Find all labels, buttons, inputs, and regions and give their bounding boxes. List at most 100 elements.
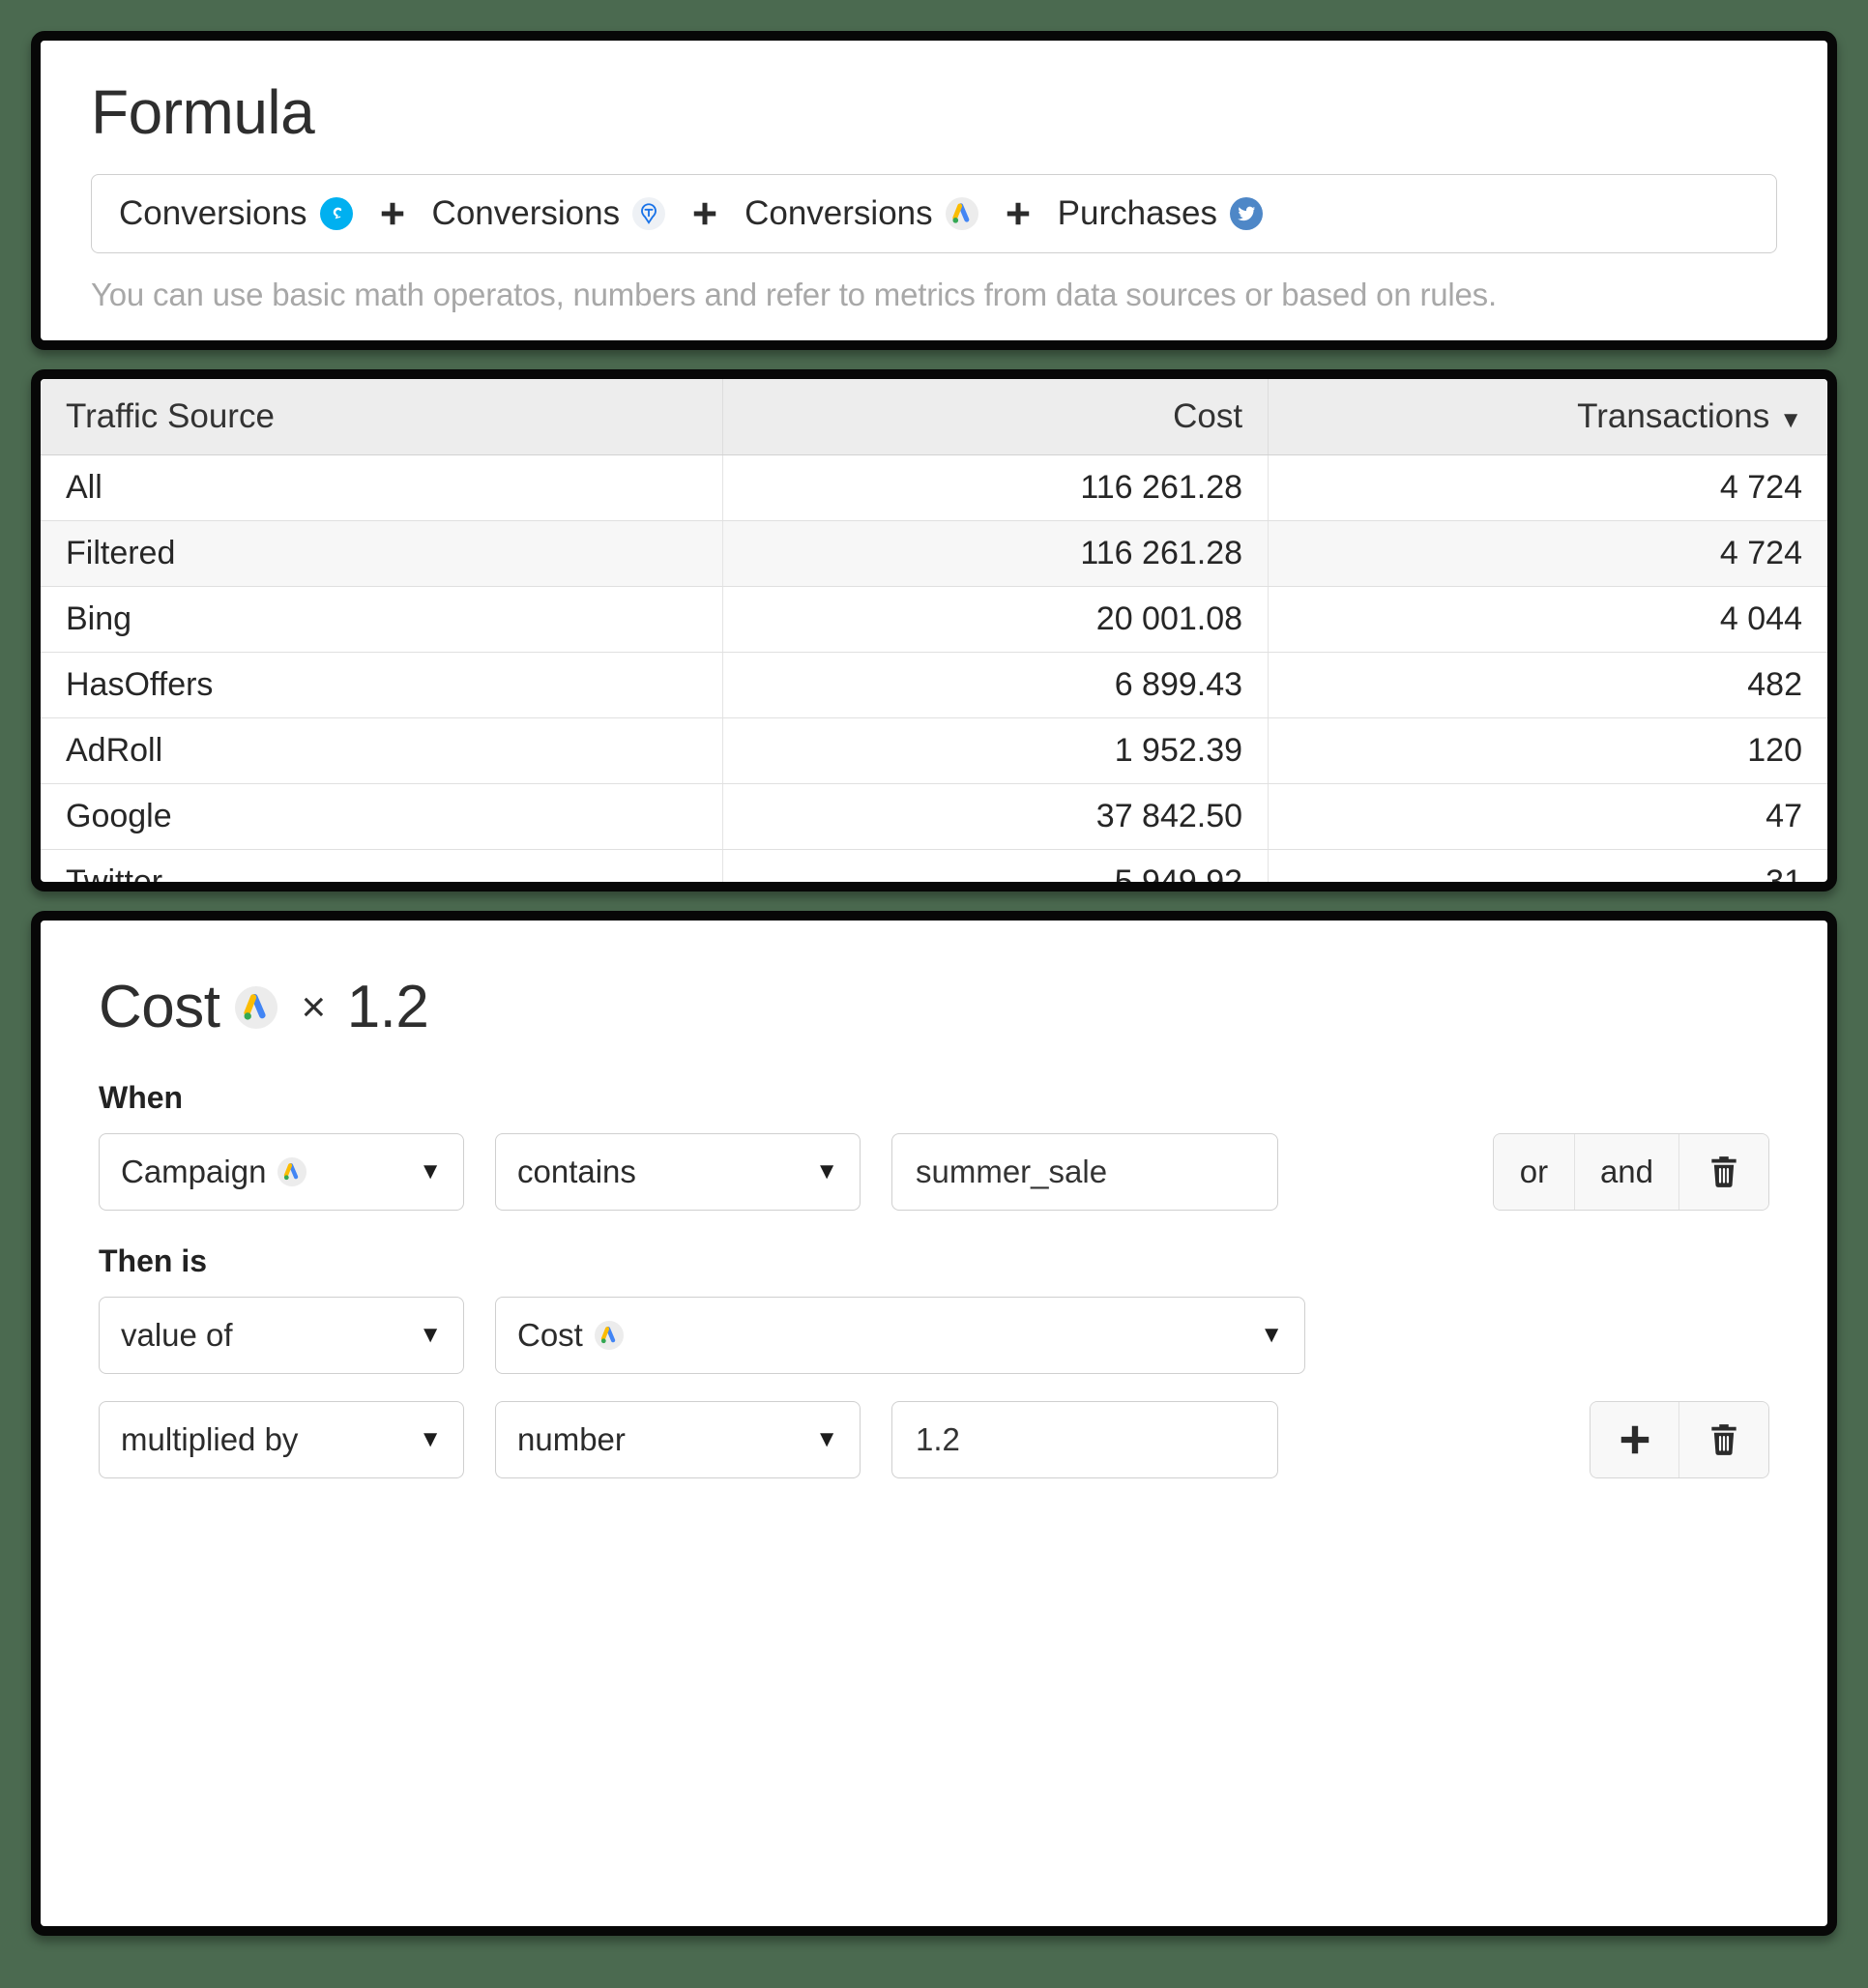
rule-title-factor: 1.2 [346,974,429,1040]
adroll-icon [319,197,353,230]
cell-traffic-source: Bing [41,586,724,653]
then-operand-type-select[interactable]: number ▼ [495,1401,861,1478]
or-button[interactable]: or [1493,1134,1575,1210]
then-operand-value-input[interactable]: 1.2 [891,1401,1278,1478]
table-row[interactable]: All 116 261.28 4 724 [41,454,1827,521]
delete-condition-button[interactable] [1679,1134,1768,1210]
when-value-text: summer_sale [916,1154,1108,1189]
when-value-input[interactable]: summer_sale [891,1133,1278,1211]
when-section-label: When [99,1080,184,1115]
formula-token-3-label: Conversions [744,194,933,232]
formula-token-4-label: Purchases [1057,194,1218,232]
chevron-down-icon[interactable]: ▼ [403,1158,442,1185]
formula-token-3[interactable]: Conversions [744,194,978,233]
then-operator-label: multiplied by [121,1421,299,1457]
cell-traffic-source: Twitter [41,849,724,882]
column-header-transactions[interactable]: Transactions ▼ [1268,379,1827,455]
app-root: Formula Conversions Conversions Conversi… [0,0,1868,1988]
table-row[interactable]: Twitter 5 949.92 31 [41,849,1827,882]
rule-builder-panel: Cost × 1.2 When Campaign ▼ contains ▼ su… [31,911,1837,1936]
then-operator-select[interactable]: multiplied by ▼ [99,1401,464,1478]
cell-cost: 1 952.39 [722,717,1270,784]
cell-cost: 37 842.50 [722,783,1270,850]
page-title: Formula [91,77,315,147]
rule-title-operator: × [301,982,326,1031]
then-operation-row-2: multiplied by ▼ number ▼ 1.2 [99,1401,1769,1478]
table-row[interactable]: AdRoll 1 952.39 120 [41,717,1827,784]
cell-cost: 5 949.92 [722,849,1270,882]
trash-icon [1706,1154,1742,1190]
trash-icon [1706,1421,1742,1458]
then-operand-type-label: number [517,1421,626,1457]
cell-traffic-source: AdRoll [41,717,724,784]
then-operation-label: value of [121,1317,233,1353]
formula-operator-1 [378,199,407,228]
then-metric-select[interactable]: Cost ▼ [495,1297,1305,1374]
cell-transactions: 482 [1268,652,1827,718]
column-header-cost-label: Cost [1173,396,1243,435]
chevron-down-icon[interactable]: ▼ [1244,1322,1283,1349]
delete-operation-button[interactable] [1679,1402,1768,1477]
column-header-cost[interactable]: Cost [722,379,1270,455]
google-ads-icon [235,985,278,1029]
then-section-label: Then is [99,1243,208,1278]
when-field-select[interactable]: Campaign ▼ [99,1133,464,1211]
then-metric-label: Cost [517,1317,583,1353]
cell-transactions: 120 [1268,717,1827,784]
cell-transactions: 4 044 [1268,586,1827,653]
twitter-icon [1230,197,1264,230]
sort-descending-icon[interactable]: ▼ [1779,407,1802,433]
when-field-label: Campaign [121,1154,267,1189]
table-row[interactable]: Bing 20 001.08 4 044 [41,586,1827,653]
when-comparator-select[interactable]: contains ▼ [495,1133,861,1211]
tune-icon [632,197,666,230]
formula-token-2-label: Conversions [431,194,621,232]
cell-traffic-source: Google [41,783,724,850]
add-operation-button[interactable] [1591,1402,1679,1477]
cell-cost: 20 001.08 [722,586,1270,653]
cell-transactions: 31 [1268,849,1827,882]
cell-traffic-source: All [41,454,724,521]
cell-transactions: 4 724 [1268,520,1827,587]
then-operand-value-text: 1.2 [916,1421,960,1457]
column-header-traffic-source[interactable]: Traffic Source [41,379,724,455]
chevron-down-icon[interactable]: ▼ [800,1426,838,1453]
then-action-button-group [1590,1401,1769,1478]
cell-transactions: 4 724 [1268,454,1827,521]
table-row[interactable]: Google 37 842.50 47 [41,783,1827,850]
formula-hint-text: You can use basic math operatos, numbers… [91,277,1497,312]
formula-token-4[interactable]: Purchases [1057,194,1264,233]
rule-title: Cost × 1.2 [99,973,1769,1041]
chevron-down-icon[interactable]: ▼ [403,1426,442,1453]
formula-operator-2 [690,199,719,228]
and-button[interactable]: and [1574,1134,1679,1210]
formula-operator-3 [1004,199,1033,228]
when-comparator-label: contains [517,1154,636,1189]
cell-traffic-source: HasOffers [41,652,724,718]
column-header-traffic-source-label: Traffic Source [66,396,275,435]
chevron-down-icon[interactable]: ▼ [800,1158,838,1185]
then-operation-row-1: value of ▼ Cost ▼ [99,1297,1769,1374]
google-ads-icon [277,1157,307,1186]
traffic-source-table-panel: Traffic Source Cost Transactions ▼ All 11… [31,369,1837,892]
table-row[interactable]: Filtered 116 261.28 4 724 [41,520,1827,587]
table-row[interactable]: HasOffers 6 899.43 482 [41,652,1827,718]
formula-input[interactable]: Conversions Conversions Conversions Purc… [91,174,1777,253]
column-header-transactions-label: Transactions [1577,396,1770,435]
when-logic-button-group: or and [1492,1133,1769,1211]
chevron-down-icon[interactable]: ▼ [403,1322,442,1349]
then-operation-select[interactable]: value of ▼ [99,1297,464,1374]
formula-token-1[interactable]: Conversions [119,194,353,233]
cell-cost: 116 261.28 [722,454,1270,521]
google-ads-icon [594,1321,624,1350]
rule-title-metric: Cost [99,974,220,1040]
cell-cost: 6 899.43 [722,652,1270,718]
google-ads-icon [945,197,978,230]
when-condition-row: Campaign ▼ contains ▼ summer_sale or and [99,1133,1769,1211]
formula-panel: Formula Conversions Conversions Conversi… [31,31,1837,350]
formula-token-1-label: Conversions [119,194,307,232]
traffic-source-table: Traffic Source Cost Transactions ▼ All 11… [41,379,1827,882]
cell-traffic-source: Filtered [41,520,724,587]
plus-icon [1617,1421,1653,1458]
formula-token-2[interactable]: Conversions [432,194,666,233]
